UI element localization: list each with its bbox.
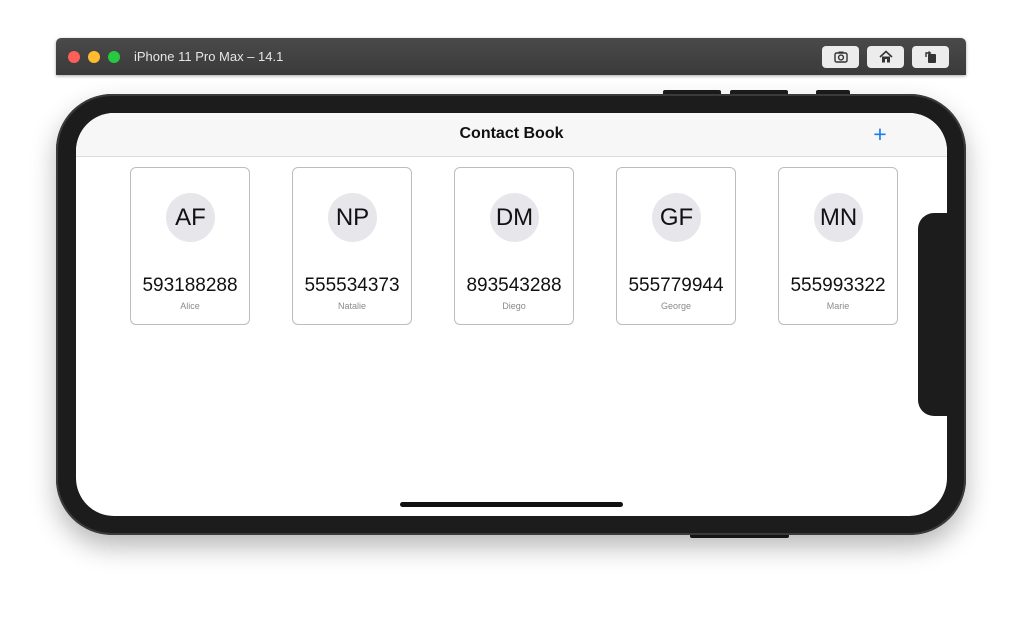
contact-name: Natalie <box>337 301 366 311</box>
device-notch <box>918 213 958 416</box>
device-screen: Contact Book + AF 593188288 Alice NP 555… <box>76 113 947 516</box>
contact-card[interactable]: NP 555534373 Natalie <box>292 167 412 325</box>
contact-name: George <box>660 301 692 311</box>
device-frame: Contact Book + AF 593188288 Alice NP 555… <box>56 94 966 535</box>
zoom-window-button[interactable] <box>108 51 120 63</box>
contact-phone: 893543288 <box>466 275 562 296</box>
avatar: AF <box>166 193 215 242</box>
home-indicator[interactable] <box>400 502 623 507</box>
avatar: GF <box>652 193 701 242</box>
add-contact-button[interactable]: + <box>869 121 891 147</box>
simulator-title: iPhone 11 Pro Max – 14.1 <box>134 49 284 64</box>
contact-name: Diego <box>502 301 526 311</box>
avatar: NP <box>328 193 377 242</box>
minimize-window-button[interactable] <box>88 51 100 63</box>
contact-phone: 555993322 <box>790 275 886 296</box>
page-title: Contact Book <box>459 125 564 142</box>
contact-card[interactable]: DM 893543288 Diego <box>454 167 574 325</box>
contact-phone: 555534373 <box>304 275 400 296</box>
contact-phone: 593188288 <box>142 275 238 296</box>
close-window-button[interactable] <box>68 51 80 63</box>
rotate-button[interactable] <box>912 46 949 68</box>
avatar: MN <box>814 193 863 242</box>
contact-list: AF 593188288 Alice NP 555534373 Natalie … <box>130 167 898 326</box>
home-icon <box>878 50 893 63</box>
contact-card[interactable]: AF 593188288 Alice <box>130 167 250 325</box>
camera-icon <box>833 51 848 63</box>
simulator-toolbar: iPhone 11 Pro Max – 14.1 <box>56 38 966 75</box>
home-button[interactable] <box>867 46 904 68</box>
navigation-bar: Contact Book + <box>76 113 947 157</box>
avatar: DM <box>490 193 539 242</box>
screenshot-button[interactable] <box>822 46 859 68</box>
rotate-icon <box>924 51 936 63</box>
contact-card[interactable]: MN 555993322 Marie <box>778 167 898 325</box>
contact-name: Alice <box>180 301 200 311</box>
contact-phone: 555779944 <box>628 275 724 296</box>
contact-card[interactable]: GF 555779944 George <box>616 167 736 325</box>
contact-name: Marie <box>826 301 850 311</box>
